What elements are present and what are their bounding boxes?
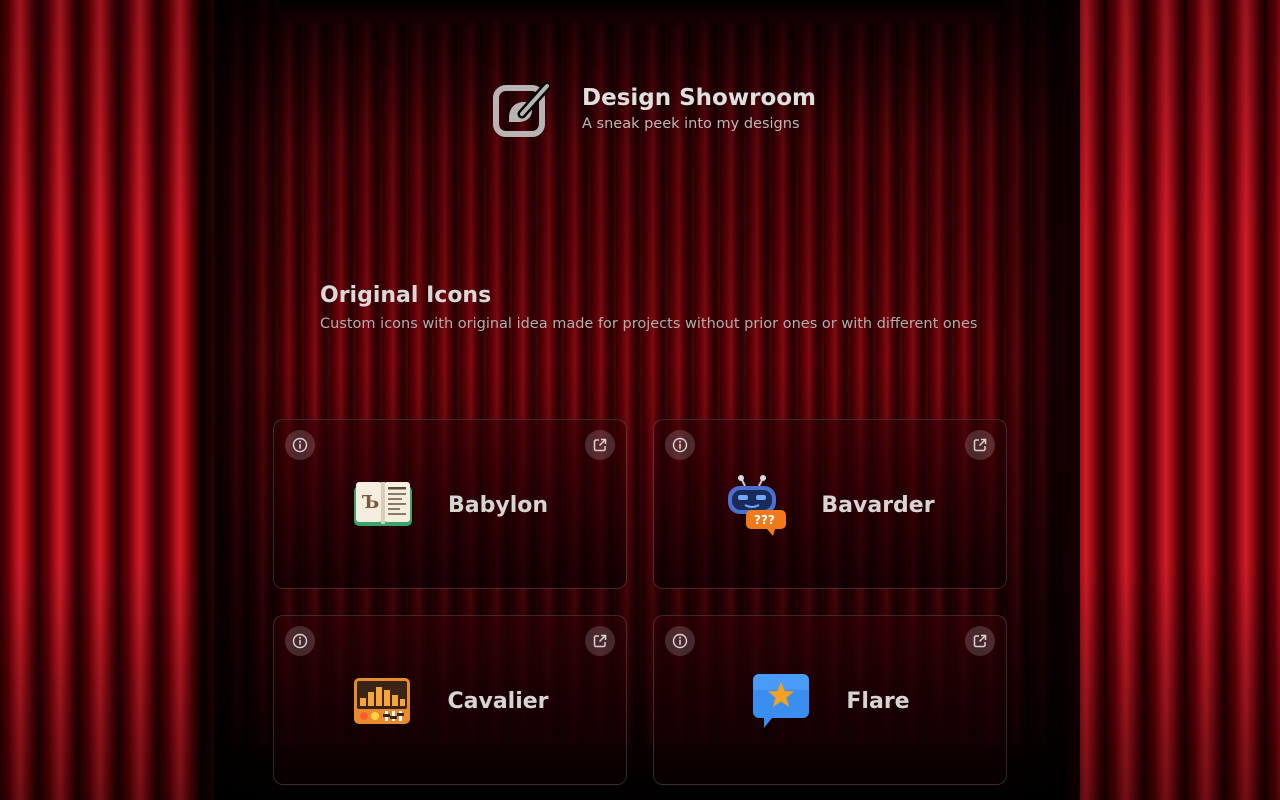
card-flare[interactable]: Flare [653, 615, 1007, 785]
open-external-button[interactable] [585, 626, 615, 656]
card-label: Flare [846, 688, 910, 714]
book-icon: Ъ [353, 482, 412, 526]
audio-visualizer-icon [354, 678, 411, 724]
open-external-button[interactable] [585, 430, 615, 460]
card-body: ??? Bavarder [654, 470, 1006, 540]
site-title: Design Showroom [582, 85, 817, 111]
external-link-icon [973, 634, 987, 648]
header-text: Design Showroom A sneak peek into my des… [582, 84, 816, 134]
card-bavarder[interactable]: ??? Bavarder [653, 419, 1007, 589]
info-icon [292, 437, 308, 453]
info-button[interactable] [665, 430, 695, 460]
card-body: Ъ Babylon [274, 470, 626, 540]
right-curtain [1066, 0, 1280, 800]
info-button[interactable] [285, 626, 315, 656]
info-button[interactable] [285, 430, 315, 460]
section-title: Original Icons [320, 283, 492, 308]
card-body: Flare [654, 666, 1006, 736]
open-external-button[interactable] [965, 626, 995, 656]
section-subtitle: Custom icons with original idea made for… [320, 316, 978, 332]
svg-text:???: ??? [754, 513, 775, 527]
page-header: Design Showroom A sneak peek into my des… [492, 80, 816, 138]
card-label: Cavalier [447, 688, 549, 714]
svg-text:Ъ: Ъ [362, 492, 379, 513]
top-valance [280, 0, 1000, 26]
card-cavalier[interactable]: Cavalier [273, 615, 627, 785]
stage: Design Showroom A sneak peek into my des… [0, 0, 1280, 800]
open-external-button[interactable] [965, 430, 995, 460]
external-link-icon [973, 438, 987, 452]
site-subtitle: A sneak peek into my designs [582, 116, 800, 132]
info-icon [672, 633, 688, 649]
edit-square-icon [493, 81, 550, 137]
info-button[interactable] [665, 626, 695, 656]
left-curtain [0, 0, 214, 800]
star-chat-bubble-icon [753, 674, 810, 728]
card-label: Bavarder [821, 492, 935, 518]
info-icon [292, 633, 308, 649]
external-link-icon [593, 634, 607, 648]
card-babylon[interactable]: Ъ Babylon [273, 419, 627, 589]
card-body: Cavalier [274, 666, 626, 736]
info-icon [672, 437, 688, 453]
chat-robot-icon: ??? [728, 475, 787, 536]
external-link-icon [593, 438, 607, 452]
card-label: Babylon [447, 492, 549, 518]
